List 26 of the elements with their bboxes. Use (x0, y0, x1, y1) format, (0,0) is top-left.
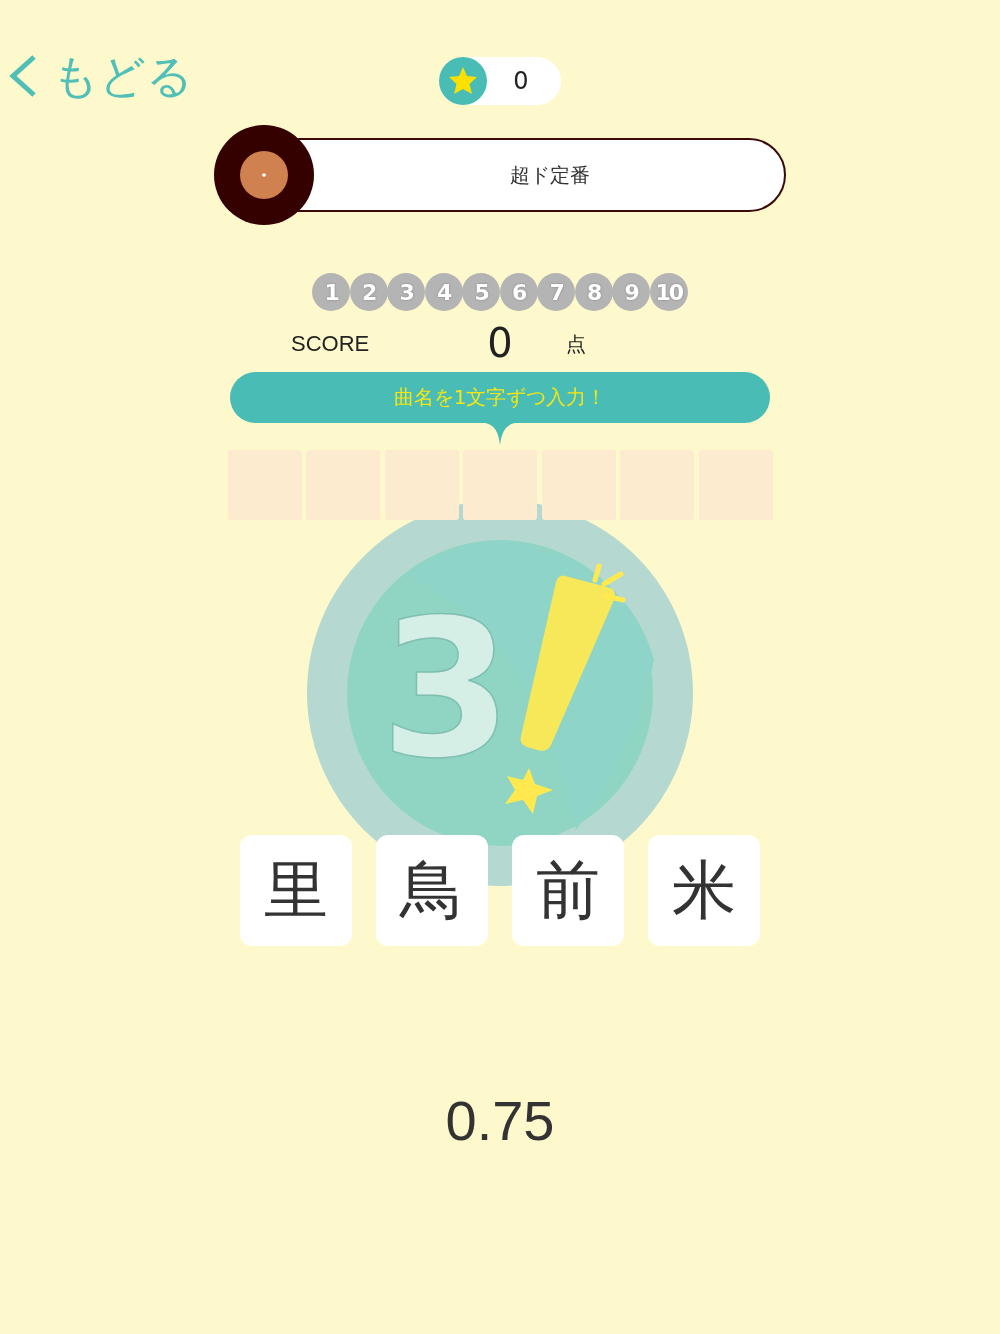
answer-slot[interactable] (463, 450, 537, 520)
question-number: 3 (387, 273, 426, 311)
choice-tile[interactable]: 米 (648, 835, 760, 946)
choice-tile[interactable]: 前 (512, 835, 624, 946)
question-number: 10 (649, 273, 688, 311)
answer-slot[interactable] (541, 450, 616, 520)
choice-tile[interactable]: 鳥 (376, 835, 488, 946)
score-label: SCORE (291, 331, 370, 357)
answer-slot[interactable] (384, 450, 459, 520)
question-number: 8 (574, 273, 613, 311)
speech-tail-icon (485, 423, 515, 445)
question-number: 6 (499, 273, 538, 311)
timer-value: 0.75 (445, 1089, 555, 1152)
coin-counter: 0 (439, 57, 561, 105)
question-number: 5 (462, 273, 501, 311)
question-number: 2 (349, 273, 388, 311)
chevron-icon (8, 54, 38, 98)
score-value: 0 (486, 321, 514, 365)
score-unit: 点 (566, 331, 586, 358)
question-number: 1 (312, 273, 351, 311)
question-number: 4 (424, 273, 463, 311)
record-icon (214, 125, 314, 225)
question-number: 7 (537, 273, 576, 311)
countdown-digit: 3 (379, 579, 513, 800)
question-number: 9 (612, 273, 651, 311)
choice-tile[interactable]: 里 (240, 835, 352, 946)
